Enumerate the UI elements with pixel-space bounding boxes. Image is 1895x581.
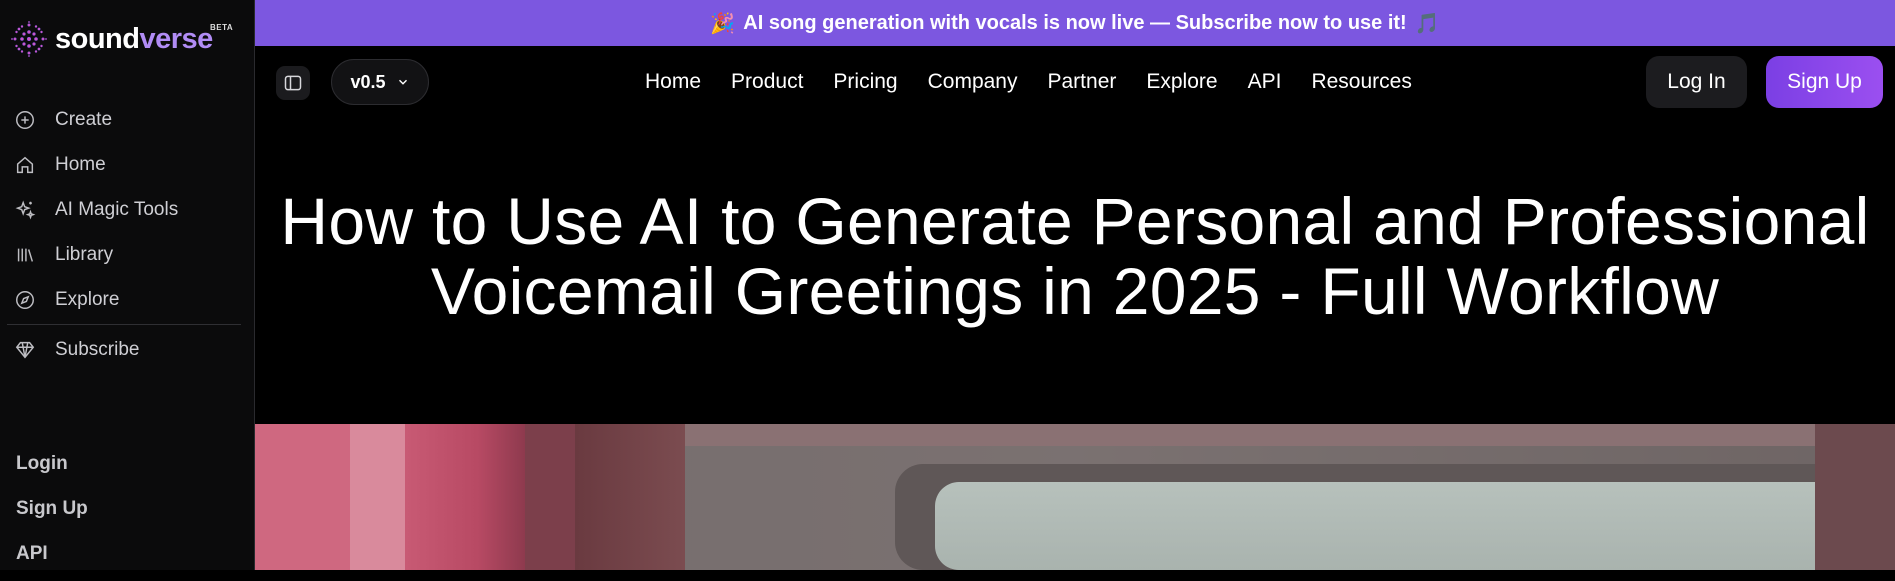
sidebar-item-label: Library: [55, 243, 114, 265]
compass-icon: [16, 290, 34, 309]
sidebar-api-link[interactable]: API: [16, 536, 88, 581]
nav-resources[interactable]: Resources: [1311, 70, 1411, 94]
sidebar-item-label: Home: [55, 153, 106, 175]
sparkles-icon: [15, 200, 36, 219]
version-label: v0.5: [350, 71, 386, 92]
brand-name: soundverse: [55, 22, 213, 55]
plus-circle-icon: [16, 110, 34, 129]
nav-pricing[interactable]: Pricing: [833, 70, 897, 94]
nav-company[interactable]: Company: [928, 70, 1018, 94]
nav-explore[interactable]: Explore: [1146, 70, 1217, 94]
main-menu: Home Product Pricing Company Partner Exp…: [645, 46, 1442, 118]
music-note-icon: 🎵: [1414, 12, 1440, 35]
sidebar-item-label: Create: [55, 108, 113, 130]
article-title-line-1: How to Use AI to Generate Personal and P…: [280, 184, 1870, 258]
sidebar-item-label: Explore: [55, 288, 120, 310]
article-title: How to Use AI to Generate Personal and P…: [255, 186, 1895, 326]
banner-text: AI song generation with vocals is now li…: [743, 11, 1407, 34]
sidebar-divider: [7, 324, 241, 325]
nav-product[interactable]: Product: [731, 70, 803, 94]
sidebar-item-home[interactable]: Home: [0, 142, 255, 187]
version-selector[interactable]: v0.5: [331, 59, 429, 105]
nav-api[interactable]: API: [1248, 70, 1282, 94]
hero-photo-illustration: [255, 424, 1895, 570]
sidebar-item-subscribe[interactable]: Subscribe: [0, 327, 255, 372]
soundverse-logo-icon: [11, 21, 47, 57]
nav-partner[interactable]: Partner: [1048, 70, 1117, 94]
beta-badge: BETA: [210, 23, 234, 32]
sidebar-signup-link[interactable]: Sign Up: [16, 491, 88, 536]
login-button[interactable]: Log In: [1646, 56, 1747, 108]
top-navigation: v0.5 Home Product Pricing Company Partne…: [255, 46, 1895, 118]
sidebar-login-link[interactable]: Login: [16, 446, 88, 491]
diamond-icon: [15, 341, 35, 358]
sidebar-item-explore[interactable]: Explore: [0, 277, 255, 322]
sidebar-item-label: Subscribe: [55, 338, 140, 360]
announcement-banner[interactable]: 🎉 AI song generation with vocals is now …: [255, 0, 1895, 46]
sidebar-bottom-links: Login Sign Up API: [16, 446, 88, 581]
nav-home[interactable]: Home: [645, 70, 701, 94]
home-icon: [16, 156, 34, 173]
library-icon: [17, 248, 34, 262]
brand-logo[interactable]: soundverse: [9, 19, 213, 59]
sidebar-item-create[interactable]: Create: [0, 97, 255, 142]
chevron-down-icon: [398, 79, 407, 85]
sidebar-item-ai-magic-tools[interactable]: AI Magic Tools: [0, 187, 255, 232]
sidebar-item-label: AI Magic Tools: [55, 198, 179, 220]
signup-button[interactable]: Sign Up: [1766, 56, 1883, 108]
article-hero-image: [255, 424, 1895, 570]
sidebar: soundverse BETA Create Home AI Magic Too…: [0, 0, 255, 570]
sidebar-panel-icon: [284, 75, 302, 91]
article-title-line-2: Voicemail Greetings in 2025 - Full Workf…: [430, 254, 1720, 328]
party-popper-icon: 🎉: [710, 12, 736, 35]
sidebar-nav: Create Home AI Magic Tools Library Explo…: [0, 97, 255, 372]
sidebar-item-library[interactable]: Library: [0, 232, 255, 277]
sidebar-toggle-button[interactable]: [276, 66, 310, 100]
